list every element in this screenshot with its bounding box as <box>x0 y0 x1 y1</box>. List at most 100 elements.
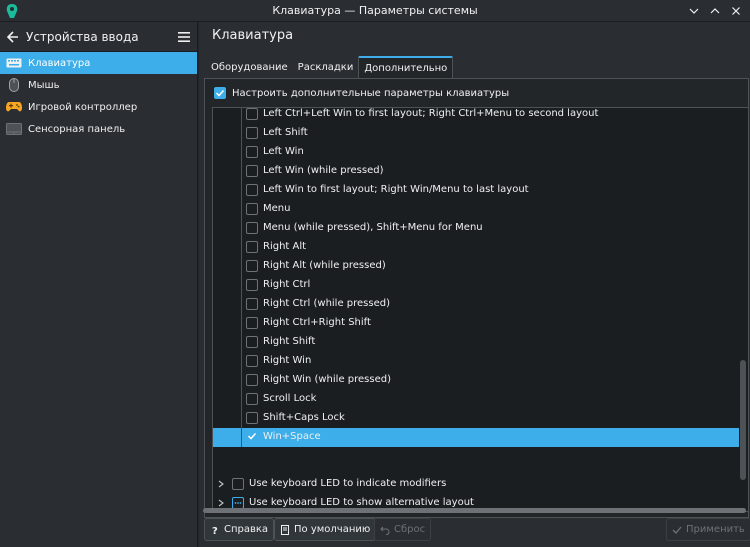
configure-advanced-label: Настроить дополнительные параметры клави… <box>232 87 510 99</box>
option-checkbox[interactable] <box>246 279 258 291</box>
option-row[interactable]: Left Win (while pressed) <box>213 162 739 181</box>
option-checkbox[interactable] <box>246 374 258 386</box>
option-checkbox[interactable] <box>246 412 258 424</box>
tree-branch-line <box>241 219 242 238</box>
option-checkbox[interactable] <box>246 393 258 405</box>
option-label: Menu (while pressed), Shift+Menu for Men… <box>263 222 483 233</box>
sidebar-item-touchpad[interactable]: Сенсорная панель <box>0 118 197 140</box>
option-label: Win+Space <box>263 431 321 442</box>
chevron-down-icon <box>689 8 698 14</box>
main-content: Клавиатура Оборудование Раскладки Дополн… <box>199 22 750 547</box>
defaults-button[interactable]: По умолчанию <box>274 518 377 541</box>
tree-branch-line <box>241 181 242 200</box>
option-label: Shift+Caps Lock <box>263 412 345 423</box>
close-icon <box>731 6 740 15</box>
scrollbar-thumb[interactable] <box>740 360 746 480</box>
option-label: Right Ctrl (while pressed) <box>263 298 391 309</box>
option-row[interactable]: Left Ctrl+Left Win to first layout; Righ… <box>213 108 739 124</box>
option-row[interactable]: Right Alt <box>213 238 739 257</box>
tab-layouts[interactable]: Раскладки <box>293 56 359 78</box>
option-checkbox[interactable] <box>246 336 258 348</box>
option-checkbox[interactable] <box>246 355 258 367</box>
option-label: Left Win (while pressed) <box>263 165 384 176</box>
maximize-button[interactable] <box>706 2 723 19</box>
option-label: Menu <box>263 203 291 214</box>
option-label: Left Ctrl+Left Win to first layout; Righ… <box>263 108 599 119</box>
option-checkbox[interactable] <box>246 146 258 158</box>
help-button[interactable]: ? Справка <box>204 518 275 541</box>
options-tree: Left Ctrl+Left Win to first layout; Righ… <box>212 107 749 512</box>
option-row[interactable]: Menu (while pressed), Shift+Menu for Men… <box>213 219 739 238</box>
option-checkbox[interactable] <box>246 165 258 177</box>
sidebar: Устройства ввода Клавиатура Мышь Игровой… <box>0 22 198 547</box>
page-title: Клавиатура <box>212 28 294 43</box>
checkmark-icon[interactable] <box>247 431 257 441</box>
option-label: Left Shift <box>263 127 308 138</box>
option-row[interactable]: Menu <box>213 200 739 219</box>
option-row[interactable]: Right Ctrl (while pressed) <box>213 295 739 314</box>
option-checkbox[interactable] <box>246 241 258 253</box>
checkmark-icon <box>215 89 225 97</box>
tree-branch-line <box>241 162 242 181</box>
tree-branch-line <box>241 314 242 333</box>
minimize-button[interactable] <box>685 2 702 19</box>
defaults-button-label: По умолчанию <box>294 524 371 535</box>
option-label: Right Ctrl <box>263 279 311 290</box>
configure-advanced-row[interactable]: Настроить дополнительные параметры клави… <box>214 87 509 99</box>
tree-branch-line <box>241 409 242 428</box>
option-label: Scroll Lock <box>263 393 317 404</box>
option-row[interactable]: Scroll Lock <box>213 390 739 409</box>
chevron-right-icon[interactable] <box>217 499 225 507</box>
apply-button-label: Применить <box>686 524 745 535</box>
option-row[interactable]: Right Win (while pressed) <box>213 371 739 390</box>
tree-group-led-modifiers[interactable]: Use keyboard LED to indicate modifiers <box>213 475 739 494</box>
option-row[interactable]: Left Win <box>213 143 739 162</box>
option-checkbox[interactable] <box>246 260 258 272</box>
title-bar: Клавиатура — Параметры системы <box>0 0 750 22</box>
apply-button[interactable]: Применить <box>666 518 750 541</box>
option-row[interactable]: Right Win <box>213 352 739 371</box>
option-checkbox[interactable] <box>246 203 258 215</box>
option-checkbox[interactable] <box>246 108 258 120</box>
tab-hardware[interactable]: Оборудование <box>206 56 293 78</box>
reset-button[interactable]: Сброс <box>374 518 432 541</box>
undo-icon <box>380 525 390 535</box>
horizontal-scrollbar[interactable] <box>203 508 746 513</box>
option-checkbox[interactable] <box>246 317 258 329</box>
hamburger-menu-icon[interactable] <box>177 31 191 43</box>
option-label: Right Win <box>263 355 312 366</box>
tree-branch-line <box>241 108 242 124</box>
tree-group-label: Use keyboard LED to indicate modifiers <box>249 478 447 489</box>
option-checkbox[interactable] <box>246 127 258 139</box>
tree-branch-line <box>241 257 242 276</box>
chevron-up-icon <box>710 7 719 13</box>
option-label: Left Win to first layout; Right Win/Menu… <box>263 184 529 195</box>
option-checkbox[interactable] <box>246 184 258 196</box>
option-row[interactable]: Right Shift <box>213 333 739 352</box>
option-row[interactable]: Left Win to first layout; Right Win/Menu… <box>213 181 739 200</box>
svg-text:?: ? <box>212 526 218 535</box>
sidebar-header: Устройства ввода <box>0 22 197 52</box>
option-row[interactable]: Right Ctrl <box>213 276 739 295</box>
chevron-right-icon[interactable] <box>217 480 225 488</box>
vertical-scrollbar[interactable] <box>740 108 746 511</box>
led-modifiers-checkbox[interactable] <box>232 478 244 490</box>
configure-advanced-checkbox[interactable] <box>214 87 226 99</box>
help-button-label: Справка <box>224 524 269 535</box>
sidebar-item-mouse[interactable]: Мышь <box>0 74 197 96</box>
option-checkbox[interactable] <box>246 298 258 310</box>
option-row[interactable]: Right Ctrl+Right Shift <box>213 314 739 333</box>
sidebar-item-keyboard[interactable]: Клавиатура <box>0 52 197 74</box>
back-arrow-icon[interactable] <box>6 30 20 44</box>
option-label: Right Ctrl+Right Shift <box>263 317 371 328</box>
option-row[interactable]: Win+Space <box>213 428 739 447</box>
option-row[interactable]: Right Alt (while pressed) <box>213 257 739 276</box>
sidebar-item-gamepad[interactable]: Игровой контроллер <box>0 96 197 118</box>
option-row[interactable]: Left Shift <box>213 124 739 143</box>
option-row[interactable]: Shift+Caps Lock <box>213 409 739 428</box>
option-checkbox[interactable] <box>246 222 258 234</box>
close-button[interactable] <box>727 2 744 19</box>
tab-advanced[interactable]: Дополнительно <box>358 56 454 78</box>
sidebar-item-label: Сенсорная панель <box>28 123 126 135</box>
tree-branch-line <box>241 295 242 314</box>
